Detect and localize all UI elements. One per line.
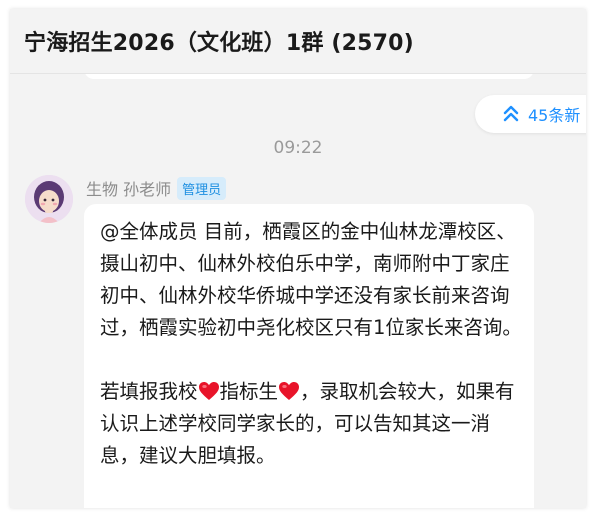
chat-window: 宁海招生2026（文化班）1群 (2570) 45条新 09:22 生物 孙老师… [10,9,586,508]
sender-avatar[interactable] [25,175,73,223]
new-messages-label: 45条新 [528,106,581,125]
sender-name[interactable]: 生物 孙老师 [86,176,171,200]
heart-emoji-icon [278,379,300,400]
chat-title: 宁海招生2026（文化班）1群 (2570) [24,31,414,56]
new-messages-button[interactable]: 45条新 [475,95,586,133]
sender-info: 生物 孙老师 管理员 [86,176,227,200]
message-bubble[interactable]: @全体成员 目前，栖霞区的金中仙林龙潭校区、摄山初中、仙林外校伯乐中学，南师附中… [84,204,534,508]
double-chevron-up-icon [500,103,522,125]
admin-badge: 管理员 [177,176,227,200]
message-text-segment: 指标生 [219,380,279,403]
message-paragraph-1: @全体成员 目前，栖霞区的金中仙林龙潭校区、摄山初中、仙林外校伯乐中学，南师附中… [100,220,522,339]
message-timestamp: 09:22 [273,138,323,158]
message-text-segment: 若填报我校 [100,380,198,403]
chat-header: 宁海招生2026（文化班）1群 (2570) [10,9,586,74]
heart-emoji-icon [198,379,220,400]
message-paragraph-2: 若填报我校 指标生 ，录取机会较大，如果有认识上述学校同学家长的，可以告知其这一消息… [100,376,522,472]
